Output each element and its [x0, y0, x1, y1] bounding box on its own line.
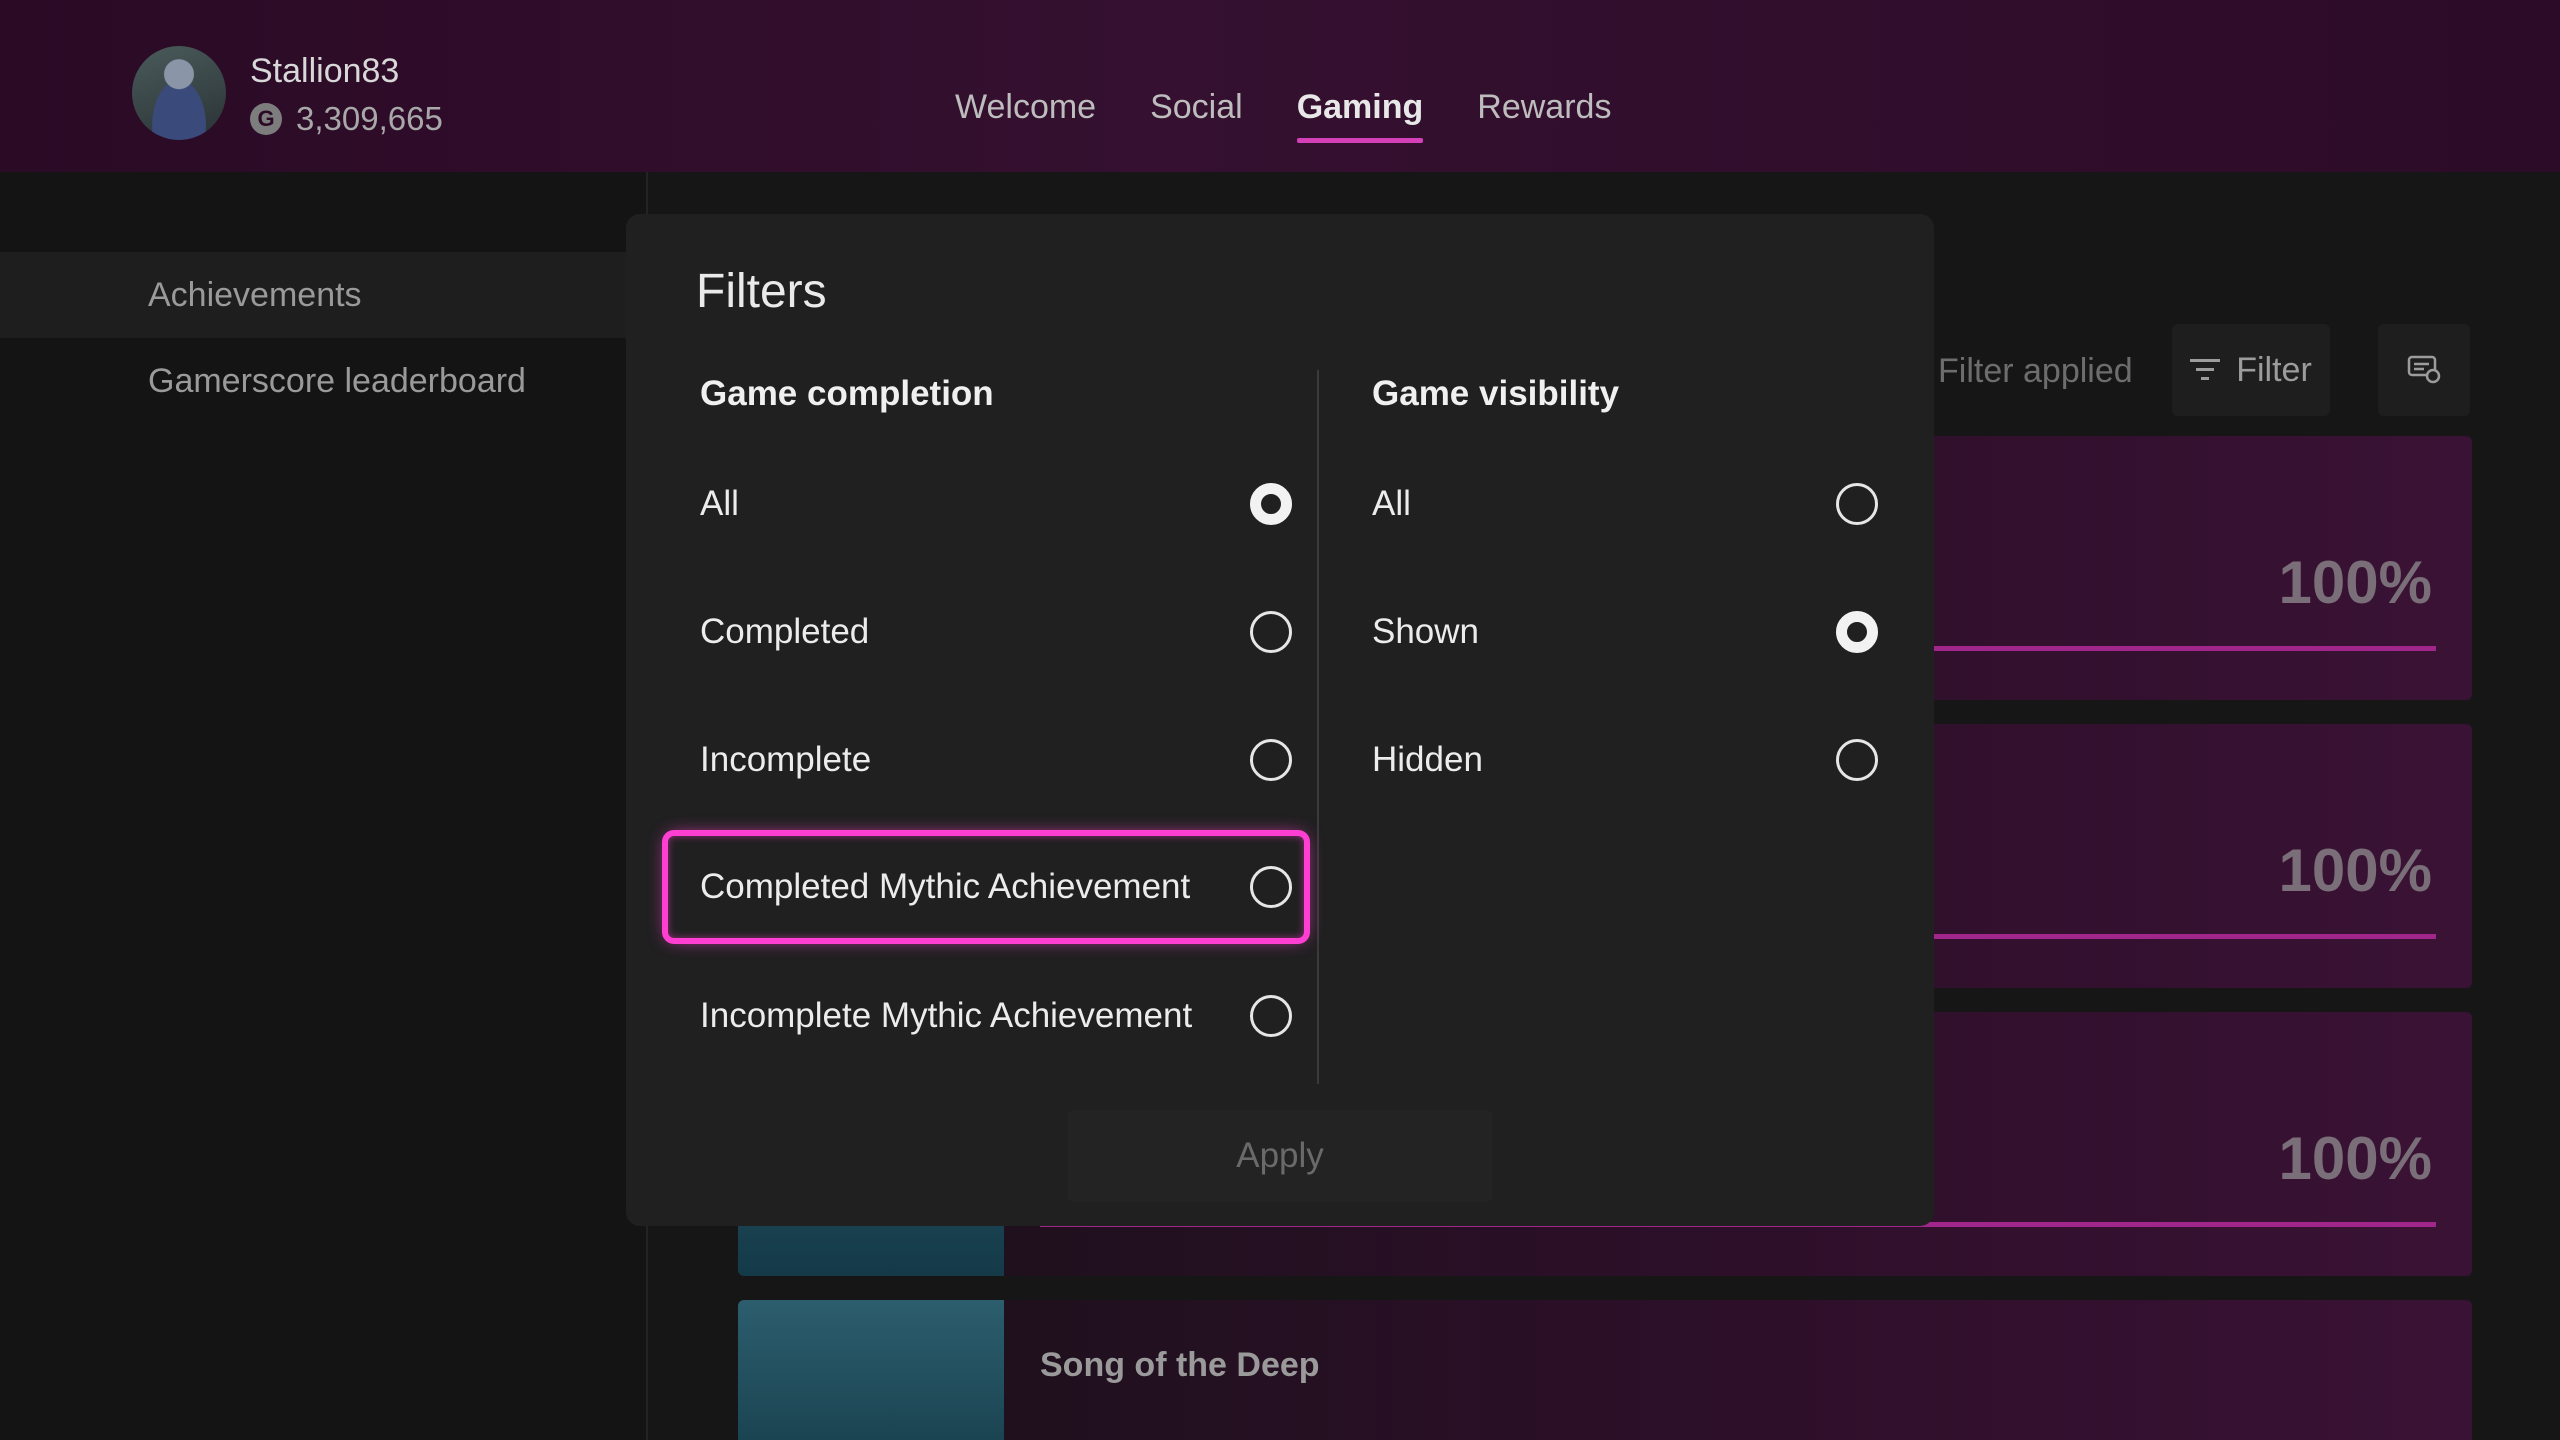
option-label: Hidden: [1372, 740, 1483, 779]
completion-option-all[interactable]: All: [676, 454, 1308, 554]
gamerscore-icon: G: [250, 103, 282, 135]
game-completion-percent: 100%: [2278, 1125, 2432, 1192]
completion-option-completed[interactable]: Completed: [676, 582, 1308, 682]
option-label: Incomplete: [700, 740, 872, 779]
option-label: Completed Mythic Achievement: [700, 867, 1191, 906]
filters-dialog: Filters Game completion Game visibility …: [626, 214, 1934, 1226]
avatar[interactable]: [132, 46, 226, 140]
tab-social[interactable]: Social: [1150, 88, 1243, 141]
filter-icon: [2190, 359, 2221, 380]
completion-option-completed-mythic[interactable]: Completed Mythic Achievement: [662, 830, 1310, 944]
sidebar-item-achievements[interactable]: Achievements: [0, 252, 648, 338]
dialog-title: Filters: [696, 265, 827, 318]
filter-button[interactable]: Filter: [2172, 324, 2330, 416]
option-label: All: [700, 484, 739, 523]
tab-welcome[interactable]: Welcome: [955, 88, 1096, 141]
radio-selected-icon: [1250, 483, 1292, 525]
main-nav: Welcome Social Gaming Rewards: [955, 88, 1665, 143]
apply-button[interactable]: Apply: [1068, 1110, 1492, 1202]
radio-selected-icon: [1836, 611, 1878, 653]
visibility-option-hidden[interactable]: Hidden: [1348, 710, 1908, 810]
game-thumbnail: [738, 1300, 1004, 1440]
game-completion-percent: 100%: [2278, 549, 2432, 616]
option-label: Incomplete Mythic Achievement: [700, 996, 1193, 1035]
filter-button-label: Filter: [2236, 350, 2312, 389]
option-label: All: [1372, 484, 1411, 523]
radio-empty-icon: [1250, 739, 1292, 781]
game-title: Song of the Deep: [1040, 1346, 1320, 1384]
radio-empty-icon: [1250, 611, 1292, 653]
game-visibility-heading: Game visibility: [1372, 374, 1620, 413]
filter-status: Filter applied: [1938, 352, 2133, 390]
chat-icon: [2407, 355, 2441, 384]
sidebar-item-gamerscore-leaderboard[interactable]: Gamerscore leaderboard: [0, 338, 648, 424]
game-completion-heading: Game completion: [700, 374, 994, 413]
game-completion-percent: 100%: [2278, 837, 2432, 904]
visibility-option-shown[interactable]: Shown: [1348, 582, 1908, 682]
option-label: Completed: [700, 612, 870, 651]
gamertag: Stallion83: [250, 52, 400, 90]
game-card[interactable]: Song of the Deep: [738, 1300, 2472, 1440]
sidebar: Achievements Gamerscore leaderboard: [0, 172, 648, 1440]
top-header: Stallion83 G 3,309,665 Welcome Social Ga…: [0, 0, 2560, 172]
gamerscore-value: 3,309,665: [296, 100, 443, 137]
completion-option-incomplete[interactable]: Incomplete: [676, 710, 1308, 810]
tab-gaming[interactable]: Gaming: [1296, 88, 1423, 143]
tab-rewards[interactable]: Rewards: [1477, 88, 1611, 141]
radio-empty-icon: [1836, 483, 1878, 525]
radio-empty-icon: [1250, 866, 1292, 908]
column-divider: [1317, 370, 1319, 1084]
gamerscore: G 3,309,665: [250, 100, 443, 138]
visibility-option-all[interactable]: All: [1348, 454, 1908, 554]
radio-empty-icon: [1250, 995, 1292, 1037]
option-label: Shown: [1372, 612, 1480, 651]
chat-button[interactable]: [2378, 324, 2470, 416]
radio-empty-icon: [1836, 739, 1878, 781]
completion-option-incomplete-mythic[interactable]: Incomplete Mythic Achievement: [676, 966, 1308, 1066]
